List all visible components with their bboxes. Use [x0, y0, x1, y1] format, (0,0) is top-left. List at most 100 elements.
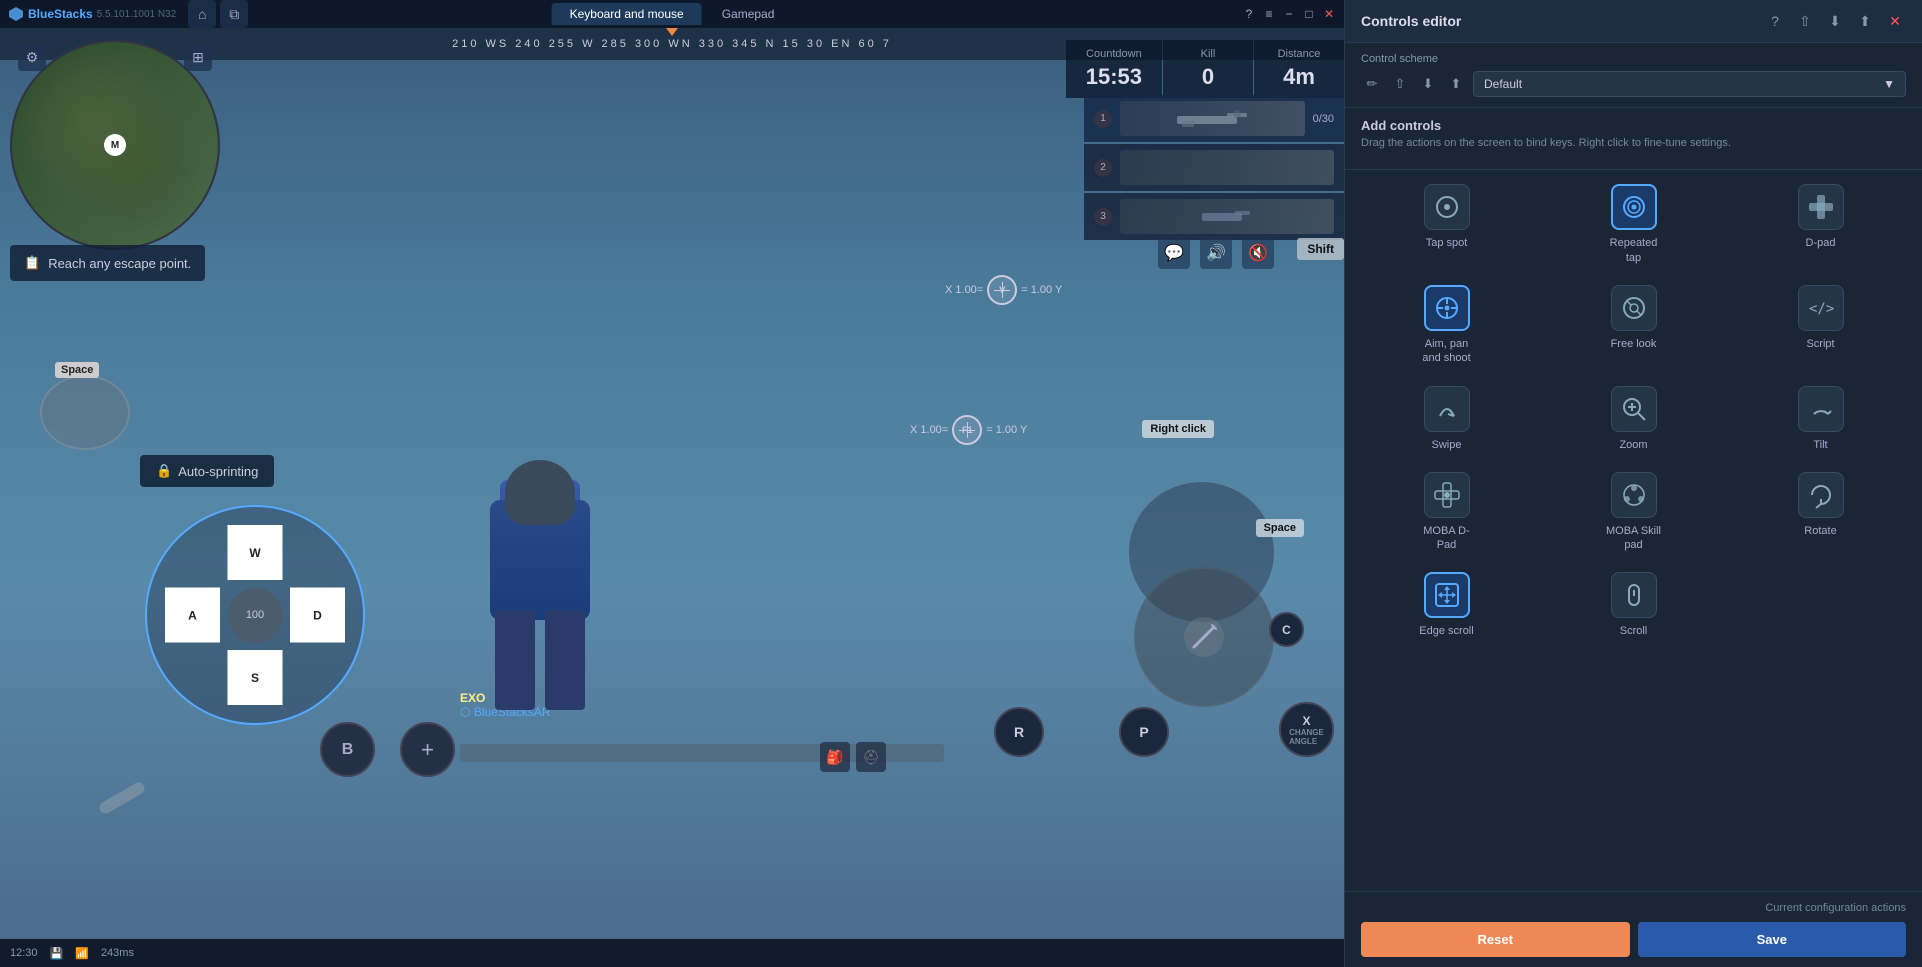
- ctrl-tap-spot[interactable]: Tap spot: [1353, 174, 1540, 275]
- export-button[interactable]: ⬆: [1854, 10, 1876, 32]
- weapon-slot-3[interactable]: 3: [1084, 193, 1344, 240]
- controls-header: Controls editor ? ⇧ ⬇ ⬆ ✕: [1345, 0, 1922, 43]
- x-label: X: [1302, 714, 1310, 728]
- aim-y-label-1: = 1.00 Y: [1021, 284, 1062, 296]
- ctrl-scroll[interactable]: Scroll: [1540, 562, 1727, 648]
- scheme-edit-icon[interactable]: ✏: [1361, 73, 1383, 95]
- p-button[interactable]: P: [1119, 707, 1169, 757]
- change-angle-label: CHANGEANGLE: [1289, 728, 1324, 746]
- dpad-down-button[interactable]: S: [228, 650, 283, 705]
- chat-icons: 💬 🔊 🔇: [1158, 237, 1274, 269]
- space-analog-circle[interactable]: [40, 375, 130, 450]
- share-button[interactable]: ⇧: [1794, 10, 1816, 32]
- moba-skill-icon: [1611, 472, 1657, 518]
- c-button[interactable]: C: [1269, 612, 1304, 647]
- x-button[interactable]: X CHANGEANGLE: [1279, 702, 1334, 757]
- b-button[interactable]: B: [320, 722, 375, 777]
- zoom-icon: [1611, 386, 1657, 432]
- weapon-2-num: 2: [1094, 159, 1112, 177]
- ctrl-script[interactable]: </> Script: [1727, 275, 1914, 376]
- right-analog-stick[interactable]: [1134, 567, 1274, 707]
- dpad-right-button[interactable]: D: [290, 588, 345, 643]
- distance-label: Distance: [1274, 48, 1324, 60]
- control-scheme-label: Control scheme: [1361, 53, 1906, 65]
- scheme-export-icon[interactable]: ⬆: [1445, 73, 1467, 95]
- mute-icon[interactable]: 🔇: [1242, 237, 1274, 269]
- storage-icon: 💾: [50, 947, 64, 960]
- aim-circle-1[interactable]: V: [987, 275, 1017, 305]
- aim-overlay-2[interactable]: X 1.00= F1 = 1.00 Y: [910, 415, 1027, 445]
- weapon-slot-1[interactable]: 1 0/30: [1084, 95, 1344, 142]
- knife-icon: [1184, 617, 1224, 657]
- menu-button[interactable]: ≡: [1262, 7, 1276, 21]
- controls-header-icons: ? ⇧ ⬇ ⬆ ✕: [1764, 10, 1906, 32]
- weapon-1-ammo: 0/30: [1313, 113, 1334, 125]
- tab-gamepad[interactable]: Gamepad: [704, 3, 793, 25]
- bluestacks-logo: BlueStacks 5.5.101.1001 N32: [8, 6, 176, 22]
- weapon-3-num: 3: [1094, 208, 1112, 226]
- dpad-ctrl-icon: [1798, 184, 1844, 230]
- minimize-button[interactable]: −: [1282, 7, 1296, 21]
- countdown-stat: Countdown 15:53: [1066, 40, 1162, 98]
- ctrl-swipe[interactable]: Swipe: [1353, 376, 1540, 462]
- weapon-1-img: [1120, 101, 1305, 136]
- volume-icon[interactable]: 🔊: [1200, 237, 1232, 269]
- dpad-container[interactable]: W S A D 100: [145, 505, 365, 725]
- shift-label[interactable]: Shift: [1297, 238, 1344, 260]
- aim-overlay-1[interactable]: X 1.00= V = 1.00 Y: [945, 275, 1062, 305]
- settings-icon[interactable]: ⚙: [18, 43, 46, 71]
- status-bar: 12:30 💾 📶 243ms: [0, 939, 1344, 967]
- ctrl-aim-pan-shoot[interactable]: Aim, panand shoot: [1353, 275, 1540, 376]
- objectives-icon: 📋: [24, 255, 40, 271]
- weapon-2-img: [1120, 150, 1334, 185]
- aim-circle-2[interactable]: F1: [952, 415, 982, 445]
- repeated-tap-icon: [1611, 184, 1657, 230]
- rotate-icon: [1798, 472, 1844, 518]
- helmet-icon[interactable]: ⛑: [856, 742, 886, 772]
- moba-dpad-icon: [1424, 472, 1470, 518]
- close-button[interactable]: ✕: [1322, 7, 1336, 21]
- ctrl-dpad[interactable]: D-pad: [1727, 174, 1914, 275]
- distance-stat: Distance 4m: [1254, 40, 1344, 98]
- ctrl-moba-skill[interactable]: MOBA Skillpad: [1540, 462, 1727, 563]
- scheme-import-icon[interactable]: ⬇: [1417, 73, 1439, 95]
- help-panel-button[interactable]: ?: [1764, 10, 1786, 32]
- maximize-button[interactable]: □: [1302, 7, 1316, 21]
- r-button[interactable]: R: [994, 707, 1044, 757]
- ctrl-zoom[interactable]: Zoom: [1540, 376, 1727, 462]
- ctrl-repeated-tap[interactable]: Repeatedtap: [1540, 174, 1727, 275]
- dpad-up-button[interactable]: W: [228, 525, 283, 580]
- close-panel-button[interactable]: ✕: [1884, 10, 1906, 32]
- scheme-share-icon[interactable]: ⇧: [1389, 73, 1411, 95]
- controls-panel-title: Controls editor: [1361, 13, 1461, 29]
- ctrl-moba-dpad[interactable]: MOBA D-Pad: [1353, 462, 1540, 563]
- minimap-expand-icon[interactable]: ⊞: [184, 43, 212, 71]
- chat-icon[interactable]: 💬: [1158, 237, 1190, 269]
- dpad-left-button[interactable]: A: [165, 588, 220, 643]
- scroll-icon: [1611, 572, 1657, 618]
- controls-scroll-area[interactable]: Tap spot Repeatedtap: [1345, 170, 1922, 891]
- ctrl-tilt[interactable]: Tilt: [1727, 376, 1914, 462]
- minimap-player-marker: M: [104, 134, 126, 156]
- ctrl-free-look[interactable]: Free look: [1540, 275, 1727, 376]
- home-icon[interactable]: ⌂: [188, 0, 216, 28]
- minimap[interactable]: M: [10, 40, 220, 250]
- save-button[interactable]: Save: [1638, 922, 1907, 957]
- footer-buttons: Reset Save: [1361, 922, 1906, 957]
- reset-button[interactable]: Reset: [1361, 922, 1630, 957]
- weapon-1-num: 1: [1094, 110, 1112, 128]
- dpad-ctrl-label: D-pad: [1806, 236, 1836, 250]
- kill-label: Kill: [1183, 48, 1233, 60]
- ctrl-edge-scroll[interactable]: Edge scroll: [1353, 562, 1540, 648]
- multi-instance-icon[interactable]: ⧉: [220, 0, 248, 28]
- compass-markers: 210 WS 240 255 W 285 300 WN 330 345 N 15…: [452, 38, 892, 50]
- aim-pan-shoot-label: Aim, panand shoot: [1422, 337, 1470, 366]
- scheme-dropdown[interactable]: Default ▼: [1473, 71, 1906, 97]
- weapon-slot-2[interactable]: 2: [1084, 144, 1344, 191]
- moba-dpad-label: MOBA D-Pad: [1423, 524, 1469, 553]
- tab-keyboard-mouse[interactable]: Keyboard and mouse: [552, 3, 702, 25]
- ctrl-rotate[interactable]: Rotate: [1727, 462, 1914, 563]
- backpack-icon[interactable]: 🎒: [820, 742, 850, 772]
- help-button[interactable]: ?: [1242, 7, 1256, 21]
- import-button[interactable]: ⬇: [1824, 10, 1846, 32]
